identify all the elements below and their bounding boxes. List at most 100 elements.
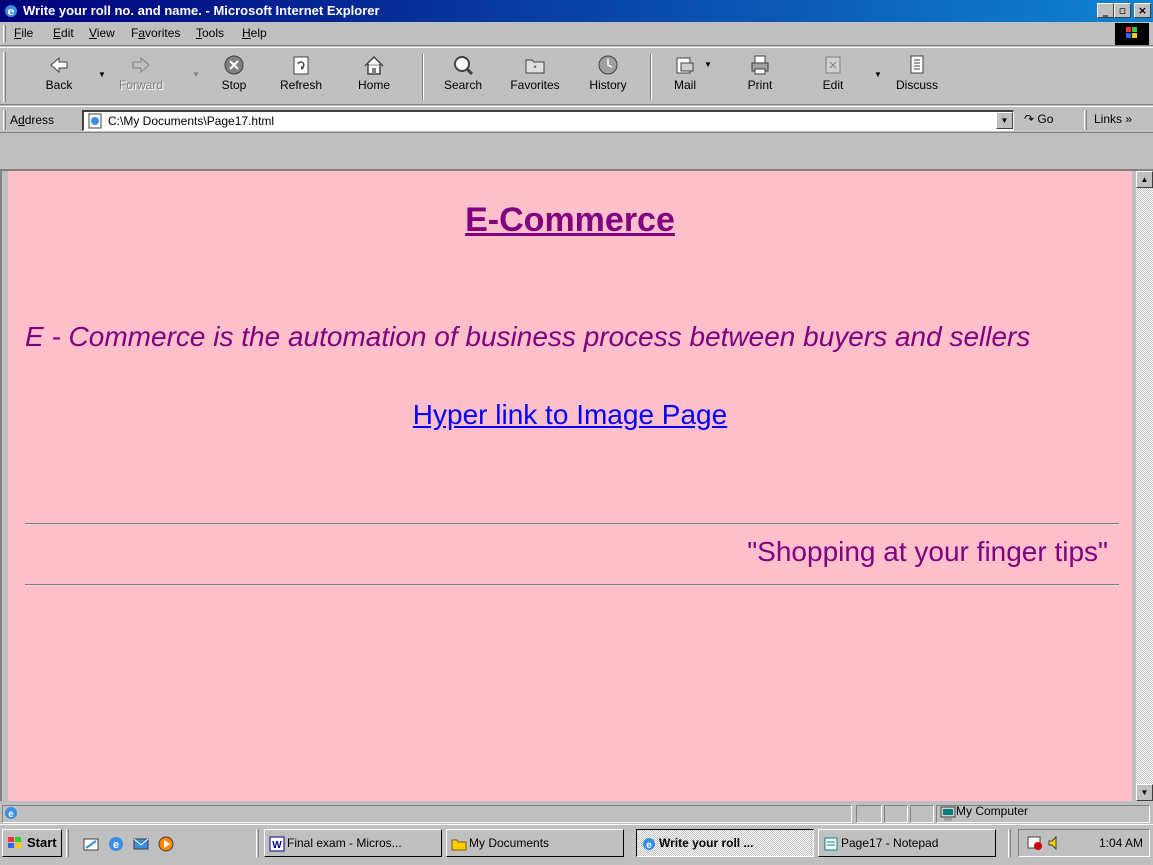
back-dropdown-icon[interactable]: ▼ <box>98 70 106 79</box>
notepad-icon <box>824 837 838 851</box>
scroll-up-icon[interactable]: ▲ <box>1136 171 1153 188</box>
edit-button[interactable]: Edit <box>814 52 852 102</box>
back-arrow-icon <box>50 56 68 74</box>
scroll-down-icon[interactable]: ▼ <box>1136 784 1153 801</box>
minimize-button[interactable]: _ <box>1097 3 1114 18</box>
address-label: Address <box>10 113 55 127</box>
back-button[interactable]: Back <box>38 52 80 102</box>
window-title: Write your roll no. and name. - Microsof… <box>23 3 380 18</box>
favorites-folder-icon: * <box>525 59 545 74</box>
clock[interactable]: 1:04 AM <box>1099 836 1143 850</box>
media-player-icon[interactable] <box>157 835 175 853</box>
mail-button[interactable]: Mail <box>664 52 706 102</box>
go-button[interactable]: ↷ Go <box>1024 112 1053 126</box>
page-paragraph: E - Commerce is the automation of busine… <box>25 321 1031 352</box>
page-icon <box>88 113 102 129</box>
svg-text:e: e <box>8 5 15 18</box>
windows-logo-icon <box>8 837 21 848</box>
home-button[interactable]: Home <box>354 52 394 102</box>
status-panel <box>884 805 908 823</box>
menu-view[interactable]: View <box>89 26 115 40</box>
volume-icon[interactable] <box>1047 835 1063 851</box>
task-internet-explorer[interactable]: e Write your roll ... <box>636 829 814 857</box>
task-word-document[interactable]: W Final exam - Micros... <box>264 829 442 857</box>
internet-explorer-icon[interactable]: e <box>107 835 125 853</box>
home-icon <box>364 55 384 75</box>
status-text-panel <box>2 805 852 823</box>
svg-text:e: e <box>113 839 119 851</box>
forward-arrow-icon <box>132 56 150 74</box>
zone-label: My Computer <box>956 804 1029 818</box>
browser-viewport: E-Commerce E - Commerce is the automatio… <box>0 169 1153 801</box>
start-button[interactable]: Start <box>2 829 62 857</box>
menu-file[interactable]: File <box>14 26 33 40</box>
address-grip[interactable] <box>3 110 6 130</box>
stop-icon <box>224 55 244 75</box>
web-page: E-Commerce E - Commerce is the automatio… <box>8 171 1132 801</box>
page-heading: E-Commerce <box>465 201 675 239</box>
tray-grip <box>1008 829 1011 857</box>
image-page-link: Hyper link to Image Page <box>412 399 728 430</box>
links-grip[interactable] <box>1084 110 1087 130</box>
address-dropdown-icon[interactable]: ▼ <box>996 112 1013 129</box>
favorites-button[interactable]: * Favorites <box>502 52 568 102</box>
mail-dropdown-icon[interactable]: ▼ <box>704 60 712 69</box>
vertical-scrollbar[interactable]: ▲ ▼ <box>1136 171 1153 801</box>
status-panel <box>910 805 934 823</box>
mail-icon <box>676 57 694 74</box>
slogan-text: "Shopping at your finger tips" <box>747 536 1108 567</box>
forward-dropdown-icon[interactable]: ▼ <box>192 70 200 79</box>
word-icon: W <box>269 836 285 852</box>
show-desktop-icon[interactable] <box>82 835 100 853</box>
menu-tools[interactable]: Tools <box>196 26 224 40</box>
status-bar: e My Computer <box>0 802 1153 824</box>
printer-icon <box>751 55 769 75</box>
ie-icon: e <box>643 838 655 851</box>
task-notepad[interactable]: Page17 - Notepad <box>818 829 996 857</box>
discuss-button[interactable]: Discuss <box>892 52 942 102</box>
windows-logo-icon <box>1115 23 1149 45</box>
toolbar-separator <box>650 54 652 100</box>
quicklaunch-grip[interactable] <box>66 829 69 857</box>
print-button[interactable]: Print <box>740 52 780 102</box>
edit-icon <box>825 56 841 74</box>
taskbar: Start e W Final exam - Micros... My Docu… <box>0 824 1153 865</box>
task-my-documents[interactable]: My Documents <box>446 829 624 857</box>
system-tray: 1:04 AM <box>1018 829 1150 857</box>
horizontal-rule <box>25 523 1119 525</box>
scheduler-icon[interactable] <box>1027 835 1043 851</box>
svg-text:e: e <box>646 840 652 851</box>
close-button[interactable]: × <box>1134 3 1151 18</box>
search-button[interactable]: Search <box>438 52 488 102</box>
svg-text:*: * <box>533 64 536 73</box>
menu-help[interactable]: Help <box>242 26 267 40</box>
discuss-icon <box>910 55 924 74</box>
menu-edit[interactable]: Edit <box>53 26 74 40</box>
menu-bar: File Edit View Favorites Tools Help <box>0 22 1153 46</box>
links-button[interactable]: Links » <box>1094 112 1132 126</box>
refresh-button[interactable]: Refresh <box>276 52 326 102</box>
standard-toolbar: Back ▼ Forward ▼ Stop Refresh Home Searc… <box>0 47 1153 105</box>
my-computer-icon <box>940 806 956 821</box>
title-bar[interactable]: e Write your roll no. and name. - Micros… <box>0 0 1153 22</box>
menu-grip[interactable] <box>3 25 6 43</box>
refresh-icon <box>293 56 309 75</box>
address-bar: Address C:\My Documents\Page17.html ▼ ↷ … <box>0 106 1153 133</box>
address-input[interactable]: C:\My Documents\Page17.html ▼ <box>82 110 1014 131</box>
toolbar-grip[interactable] <box>3 52 6 102</box>
edit-dropdown-icon[interactable]: ▼ <box>874 70 882 79</box>
ie-icon: e <box>5 5 17 18</box>
history-icon <box>598 55 618 75</box>
status-panel <box>856 805 882 823</box>
horizontal-rule <box>25 584 1119 586</box>
tasks-grip[interactable] <box>256 829 259 857</box>
forward-button[interactable]: Forward <box>110 52 172 102</box>
history-button[interactable]: History <box>582 52 634 102</box>
outlook-express-icon[interactable] <box>132 835 150 853</box>
search-icon <box>454 56 474 76</box>
address-bar-area: Address C:\My Documents\Page17.html ▼ ↷ … <box>0 106 1153 166</box>
stop-button[interactable]: Stop <box>212 52 256 102</box>
maximize-button[interactable]: ▫ <box>1114 3 1131 18</box>
toolbar-separator <box>422 54 424 100</box>
menu-favorites[interactable]: Favorites <box>131 26 180 40</box>
